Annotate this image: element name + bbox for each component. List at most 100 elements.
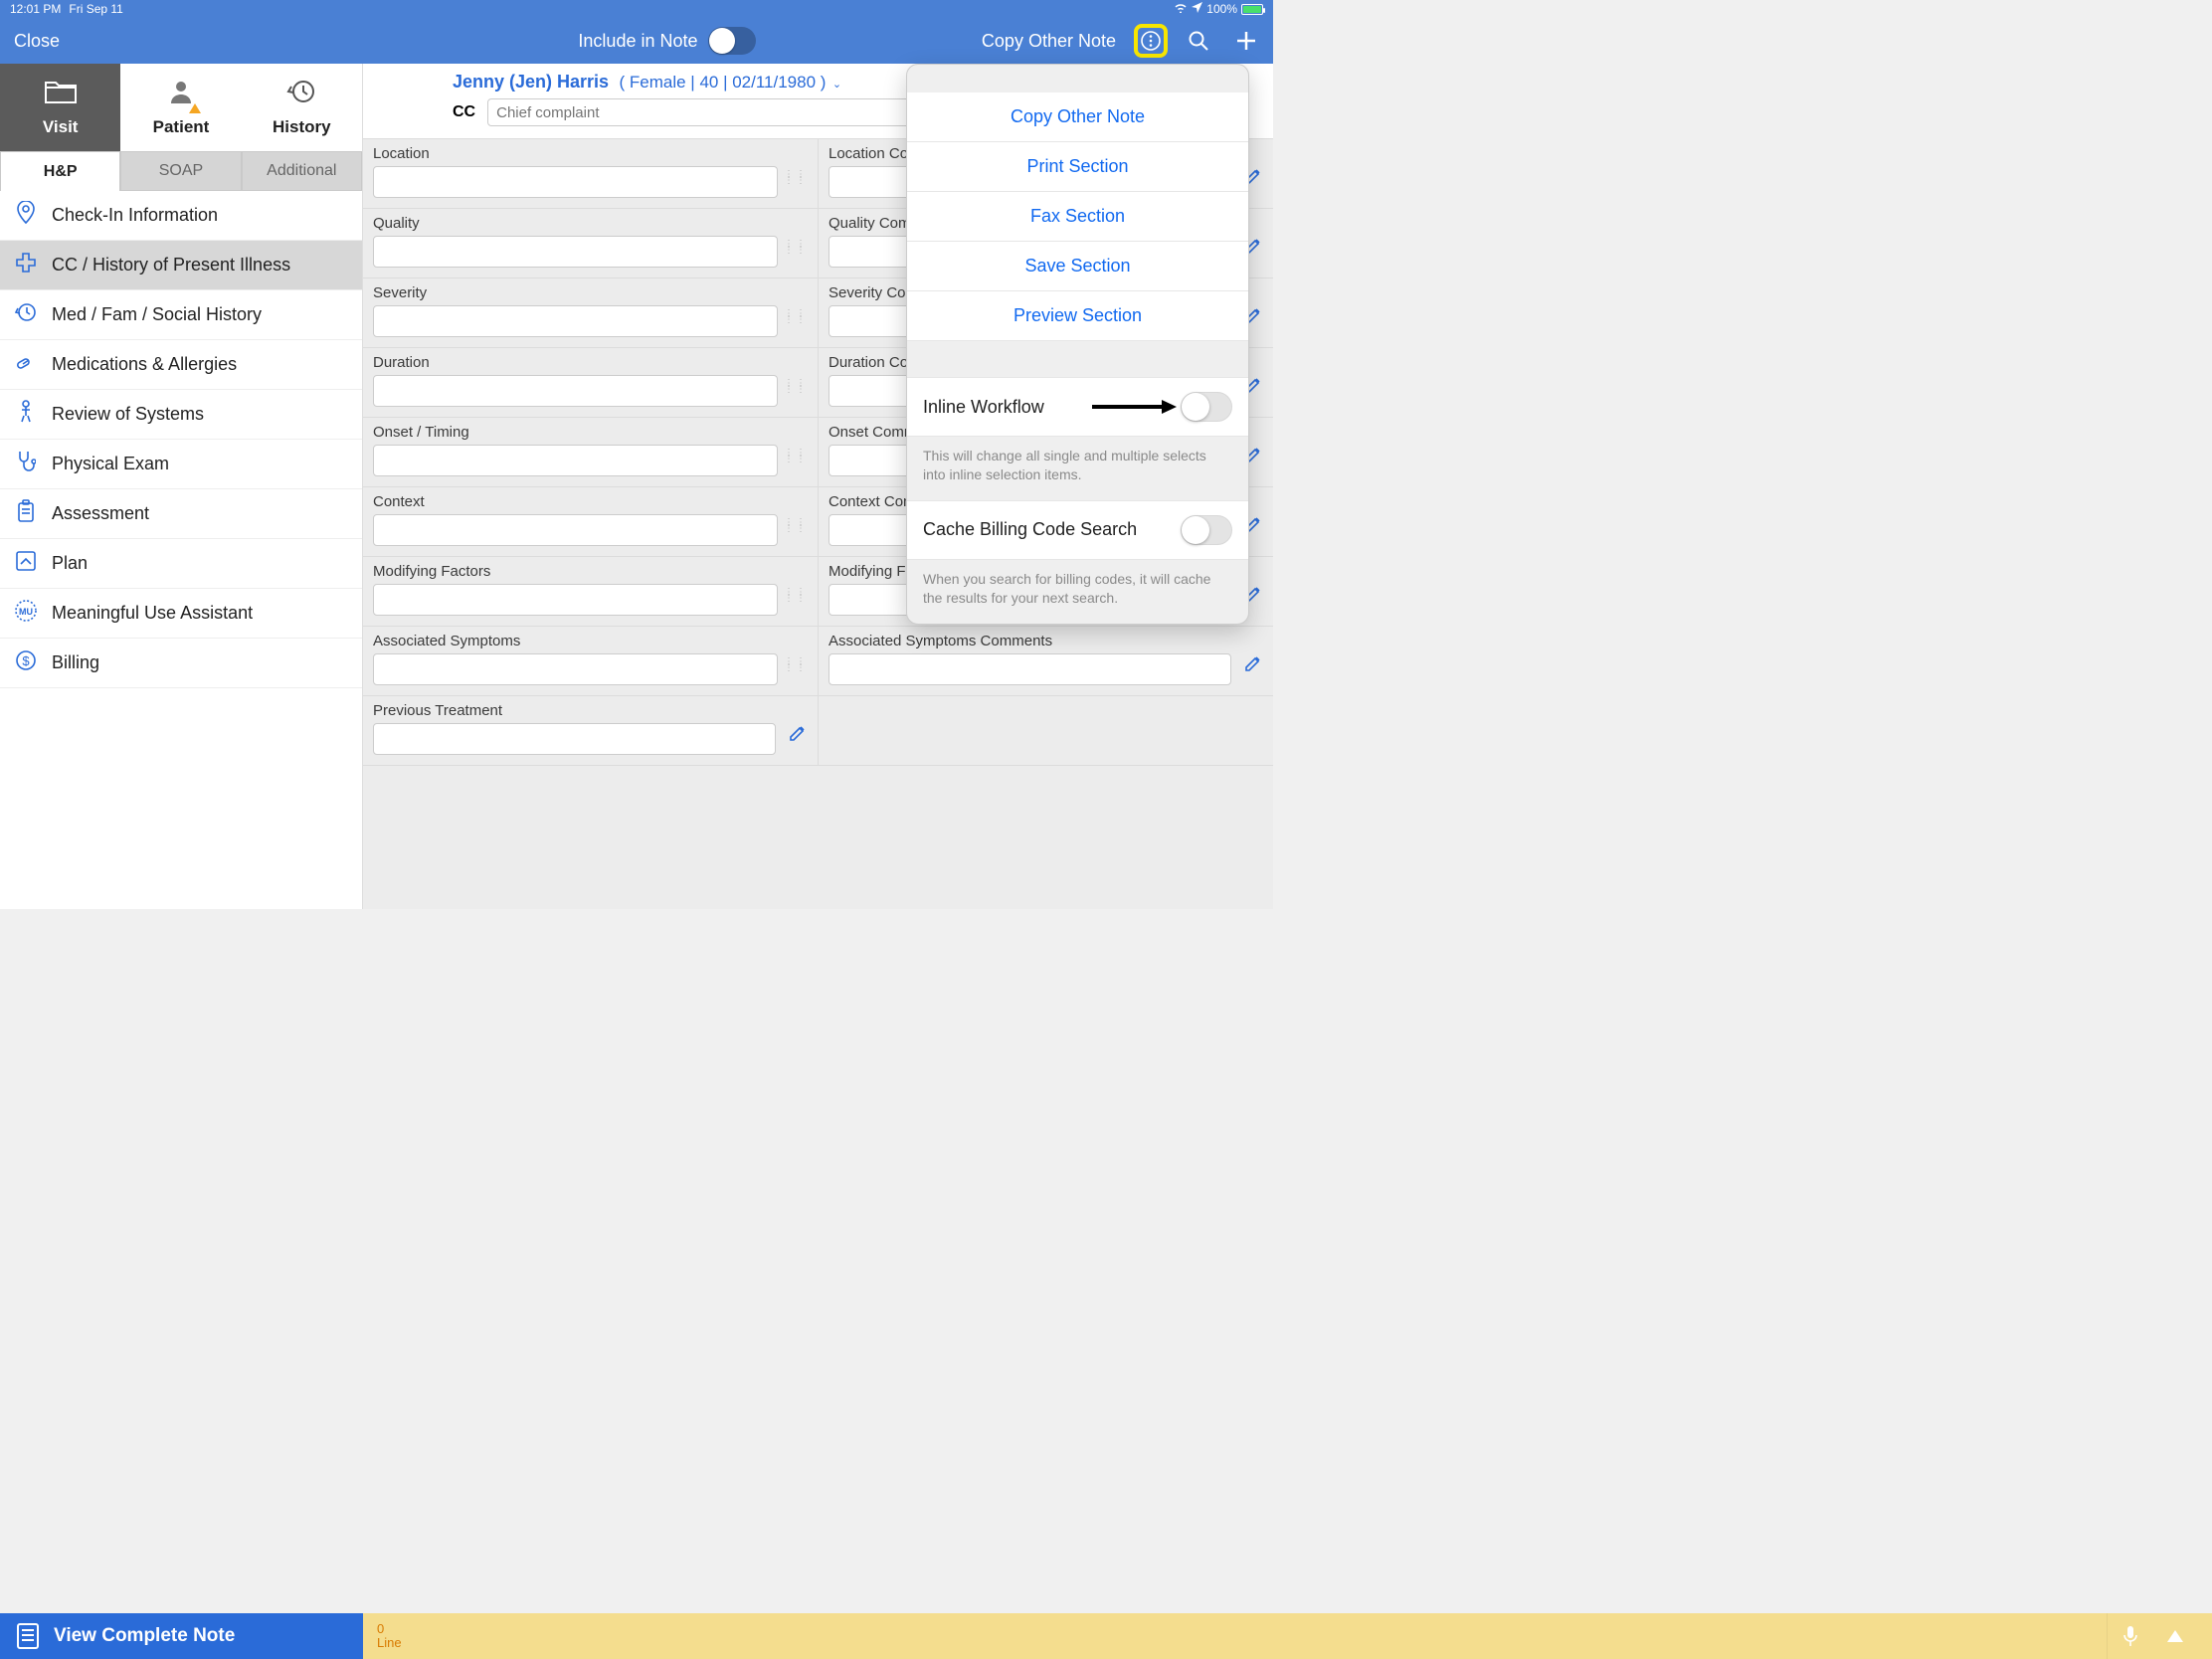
field-label: Quality [373, 215, 808, 232]
field-input[interactable] [373, 445, 778, 476]
nav-icon [14, 550, 38, 578]
inline-workflow-desc: This will change all single and multiple… [907, 437, 1248, 500]
field-label: Context [373, 493, 808, 510]
drag-handle-icon[interactable]: ⋮⋮⋮⋮ [784, 236, 808, 254]
edit-pencil-icon[interactable] [788, 723, 808, 749]
drag-handle-icon[interactable]: ⋮⋮⋮⋮ [784, 305, 808, 323]
field-input[interactable] [373, 514, 778, 546]
mode-tab-visit[interactable]: Visit [0, 64, 120, 151]
field-label: Onset / Timing [373, 424, 808, 441]
drag-handle-icon[interactable]: ⋮⋮⋮⋮ [784, 166, 808, 184]
field-input[interactable] [373, 723, 776, 755]
drag-handle-icon[interactable]: ⋮⋮⋮⋮ [784, 375, 808, 393]
copy-other-note-button[interactable]: Copy Other Note [982, 31, 1116, 52]
nav-label: Assessment [52, 503, 149, 524]
nav-icon: $ [14, 649, 38, 677]
nav-label: CC / History of Present Illness [52, 255, 290, 276]
expand-up-button[interactable] [2152, 1613, 2198, 1659]
drag-handle-icon[interactable]: ⋮⋮⋮⋮ [784, 584, 808, 602]
field-input[interactable] [373, 166, 778, 198]
field-input[interactable] [373, 584, 778, 616]
search-icon[interactable] [1186, 28, 1211, 54]
edit-pencil-icon[interactable] [1243, 653, 1263, 679]
mode-tab-label: Visit [43, 117, 79, 137]
popover-action[interactable]: Print Section [907, 142, 1248, 192]
field-input[interactable] [373, 653, 778, 685]
popover-action[interactable]: Fax Section [907, 192, 1248, 242]
nav-label: Meaningful Use Assistant [52, 603, 253, 624]
field-label: Severity [373, 284, 808, 301]
nav-icon [14, 499, 38, 529]
mode-tab-label: History [273, 117, 331, 137]
more-options-popover: Copy Other NotePrint SectionFax SectionS… [906, 64, 1249, 625]
close-button[interactable]: Close [14, 31, 60, 51]
drag-handle-icon[interactable]: ⋮⋮⋮⋮ [784, 653, 808, 671]
status-date: Fri Sep 11 [69, 2, 122, 16]
ios-status-bar: 12:01 PM Fri Sep 11 100% [0, 0, 1273, 18]
sidebar-item[interactable]: Check-In Information [0, 191, 362, 241]
include-in-note-label: Include in Note [578, 31, 697, 52]
nav-icon [14, 301, 38, 329]
chevron-down-icon[interactable]: ⌄ [832, 79, 841, 91]
line-label: Line [377, 1636, 402, 1650]
sidebar-item[interactable]: Med / Fam / Social History [0, 290, 362, 340]
sidebar-item[interactable]: Assessment [0, 489, 362, 539]
nav-label: Billing [52, 652, 99, 673]
sidebar-item[interactable]: MU Meaningful Use Assistant [0, 589, 362, 639]
popover-action[interactable]: Preview Section [907, 291, 1248, 341]
add-icon[interactable] [1233, 28, 1259, 54]
nav-icon [14, 351, 38, 379]
nav-icon [14, 201, 38, 231]
more-options-button[interactable] [1138, 28, 1164, 54]
sidebar-item[interactable]: Physical Exam [0, 440, 362, 489]
nav-icon [14, 450, 38, 479]
mic-button[interactable] [2107, 1613, 2152, 1659]
section-nav-list[interactable]: Check-In Information CC / History of Pres… [0, 191, 362, 909]
svg-text:$: $ [22, 653, 30, 668]
view-complete-note-button[interactable]: View Complete Note [0, 1613, 363, 1659]
subtab-additional[interactable]: Additional [242, 151, 362, 191]
subtab-hp[interactable]: H&P [0, 151, 120, 191]
nav-label: Plan [52, 553, 88, 574]
folder-icon [44, 79, 78, 111]
sidebar-item[interactable]: CC / History of Present Illness [0, 241, 362, 290]
drag-handle-icon[interactable]: ⋮⋮⋮⋮ [784, 514, 808, 532]
status-battery-pct: 100% [1206, 2, 1237, 16]
annotation-arrow-icon [1092, 399, 1177, 415]
subtab-soap[interactable]: SOAP [120, 151, 241, 191]
field-input[interactable] [373, 236, 778, 268]
patient-name[interactable]: Jenny (Jen) Harris [453, 72, 609, 92]
include-in-note-toggle[interactable] [708, 27, 756, 55]
mode-tab-patient[interactable]: Patient [120, 64, 241, 151]
inline-workflow-label: Inline Workflow [923, 397, 1044, 418]
line-count: 0 [377, 1622, 402, 1636]
patient-meta: ( Female | 40 | 02/11/1980 ) [620, 73, 827, 92]
mode-tab-label: Patient [153, 117, 210, 137]
nav-label: Physical Exam [52, 454, 169, 474]
sidebar-item[interactable]: Plan [0, 539, 362, 589]
sidebar-item[interactable]: Medications & Allergies [0, 340, 362, 390]
sidebar-item[interactable]: Review of Systems [0, 390, 362, 440]
field-input[interactable] [373, 305, 778, 337]
nav-label: Med / Fam / Social History [52, 304, 262, 325]
nav-icon [14, 400, 38, 430]
nav-icon: MU [14, 599, 38, 629]
cache-billing-row: Cache Billing Code Search [907, 500, 1248, 560]
svg-text:MU: MU [19, 607, 33, 617]
field-label: Associated Symptoms [373, 633, 808, 649]
field-label: Duration [373, 354, 808, 371]
cache-billing-toggle[interactable] [1181, 515, 1232, 545]
field-label: Previous Treatment [373, 702, 808, 719]
nav-label: Medications & Allergies [52, 354, 237, 375]
field-input[interactable] [829, 653, 1231, 685]
sidebar-item[interactable]: $ Billing [0, 639, 362, 688]
mode-tab-history[interactable]: History [242, 64, 362, 151]
field-input[interactable] [373, 375, 778, 407]
drag-handle-icon[interactable]: ⋮⋮⋮⋮ [784, 445, 808, 462]
inline-workflow-toggle[interactable] [1181, 392, 1232, 422]
dictation-bar: 0 Line [363, 1613, 2212, 1659]
popover-action[interactable]: Copy Other Note [907, 92, 1248, 142]
left-sidebar: Visit Patient History H&P SOAP Additiona… [0, 64, 363, 909]
status-time: 12:01 PM [10, 2, 61, 16]
popover-action[interactable]: Save Section [907, 242, 1248, 291]
